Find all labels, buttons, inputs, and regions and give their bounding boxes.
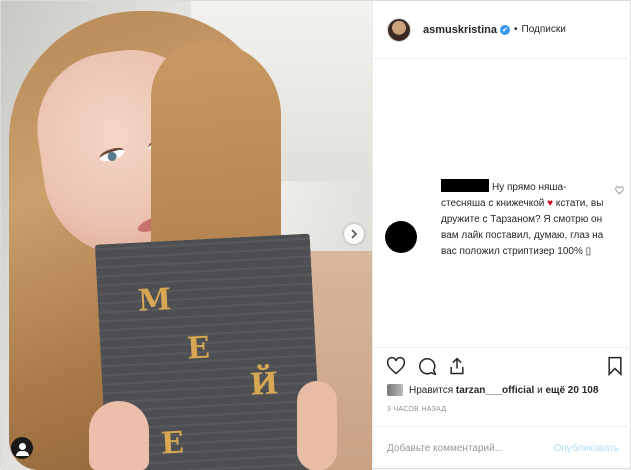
post-header: asmuskristina ✔ • Подписки xyxy=(373,1,631,59)
add-comment-row: Опубликовать xyxy=(373,426,631,470)
heart-icon[interactable] xyxy=(386,356,406,376)
photo-hand xyxy=(297,381,337,470)
book-letter: Е xyxy=(186,330,211,367)
liker-avatar[interactable] xyxy=(387,384,403,396)
avatar[interactable] xyxy=(387,17,411,42)
post-photo[interactable]: М Е Й Е xyxy=(1,1,372,470)
tag-user-icon[interactable] xyxy=(11,437,33,459)
photo-eye xyxy=(97,145,127,164)
likes-prefix: Нравится xyxy=(409,384,454,396)
publish-button[interactable]: Опубликовать xyxy=(554,443,619,454)
likes-summary: Нравится tarzan___official и ещё 20 108 xyxy=(387,384,598,396)
post-modal: М Е Й Е asmuskristina ✔ • Подписки Ну пр… xyxy=(0,0,631,470)
book-letter: Й xyxy=(249,366,280,403)
comment-like-icon[interactable] xyxy=(615,186,624,198)
likes-count[interactable]: ещё 20 108 xyxy=(545,385,598,396)
post-actions xyxy=(373,347,631,385)
comment-emoji: ▯ xyxy=(585,246,592,257)
redacted-username[interactable] xyxy=(441,179,489,192)
photo-hand xyxy=(89,401,149,470)
post-sidebar: asmuskristina ✔ • Подписки Ну прямо няша… xyxy=(372,1,631,470)
likes-middle: и xyxy=(537,384,543,396)
comment-line1: Ну прямо няша- xyxy=(492,182,567,193)
separator-dot: • xyxy=(513,24,518,35)
comment-icon[interactable] xyxy=(417,356,437,376)
next-arrow-icon[interactable] xyxy=(344,224,364,244)
comment-text: Ну прямо няша- стесняша с книжечкой ♥ кс… xyxy=(441,179,609,260)
liker-username[interactable]: tarzan___official xyxy=(456,385,534,396)
username-link[interactable]: asmuskristina xyxy=(423,24,497,36)
post-timestamp[interactable]: 3 ЧАСОВ НАЗАД xyxy=(387,406,446,413)
share-icon[interactable] xyxy=(447,356,467,376)
comment-input[interactable] xyxy=(387,443,554,454)
book-letter: Е xyxy=(160,425,185,462)
heart-emoji-icon: ♥ xyxy=(547,198,554,209)
bookmark-icon[interactable] xyxy=(605,356,625,377)
book-letter: М xyxy=(137,282,173,319)
comment-line2: стесняша с книжечкой xyxy=(441,198,545,209)
following-button[interactable]: Подписки xyxy=(522,24,566,35)
verified-badge-icon: ✔ xyxy=(499,24,510,35)
commenter-avatar[interactable] xyxy=(385,221,417,253)
